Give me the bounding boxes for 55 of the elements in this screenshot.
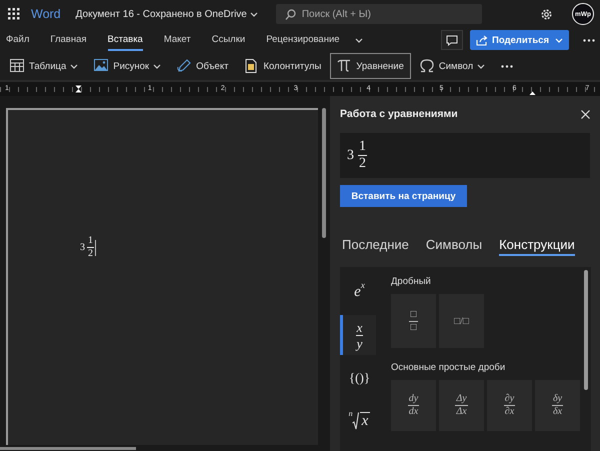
picture-icon	[94, 59, 108, 73]
ribbon-tab[interactable]: Ссылки	[212, 30, 246, 50]
omega-icon	[420, 59, 434, 73]
scrollbar-thumb[interactable]	[584, 270, 588, 390]
section-title: Основные простые дроби	[391, 362, 506, 373]
section-title: Дробный	[391, 276, 432, 287]
category-button[interactable]: $^{n}$ x	[340, 401, 376, 441]
settings-icon[interactable]	[540, 8, 553, 20]
comment-icon	[446, 34, 458, 46]
ribbon-tab[interactable]: Главная	[50, 30, 87, 50]
more-icon	[501, 64, 514, 68]
chevron-down-icon[interactable]	[250, 11, 258, 17]
pane-tab[interactable]: Конструкции	[499, 237, 575, 256]
radical-sign-icon	[352, 412, 359, 430]
chevron-down-icon[interactable]	[354, 37, 363, 43]
category-button[interactable]: e$^{x}$	[340, 272, 376, 312]
toolbar-button[interactable]: Уравнение	[330, 53, 411, 79]
more-icon	[583, 38, 595, 42]
scrollbar-thumb[interactable]	[0, 447, 136, 450]
pane-tab[interactable]: Символы	[426, 237, 482, 256]
document-icon	[244, 59, 258, 73]
pane-tab[interactable]: Последние	[342, 237, 409, 256]
template-tile[interactable]: dy dx	[391, 380, 436, 431]
category-button[interactable]: {()}	[340, 358, 376, 398]
table-icon	[10, 59, 24, 73]
pi-icon	[337, 59, 352, 73]
template-tile[interactable]: □/□	[439, 294, 484, 348]
app-launcher-icon[interactable]	[8, 8, 20, 20]
toolbar-button[interactable]: Таблица	[3, 53, 86, 79]
toolbar-button[interactable]: Колонтитулы	[237, 53, 328, 79]
ribbon-tab[interactable]: Рецензирование	[266, 30, 340, 50]
ribbon-tab[interactable]: Макет	[164, 30, 191, 50]
insert-button[interactable]: Вставить на страницу	[340, 185, 467, 207]
template-tile[interactable]: δy δx	[535, 380, 580, 431]
pane-title: Работа с уравнениями	[340, 108, 458, 120]
comments-button[interactable]	[440, 30, 463, 50]
share-icon	[476, 34, 488, 46]
app-name: Word	[31, 7, 61, 21]
template-tile[interactable]: ∂y ∂x	[487, 380, 532, 431]
document-title[interactable]: Документ 16 - Сохранено в OneDrive	[76, 8, 247, 20]
search-icon	[284, 9, 296, 20]
close-icon[interactable]	[581, 110, 590, 118]
category-button[interactable]: x y	[340, 315, 376, 355]
toolbar-button[interactable]: Символ	[412, 53, 492, 79]
ribbon-tab[interactable]: Файл	[6, 30, 30, 50]
share-button[interactable]: Поделиться	[470, 30, 569, 50]
template-tile[interactable]: Δy Δx	[439, 380, 484, 431]
search-field[interactable]: Поиск (Alt + Ы)	[276, 4, 482, 24]
toolbar-button[interactable]: Объект	[170, 53, 236, 79]
chevron-down-icon	[555, 37, 563, 43]
pen-icon	[177, 59, 192, 73]
template-tile[interactable]: □ □	[391, 294, 436, 348]
scrollbar-thumb[interactable]	[322, 108, 326, 238]
indent-marker-icon[interactable]	[75, 85, 82, 93]
toolbar-button[interactable]: Рисунок	[87, 53, 168, 79]
